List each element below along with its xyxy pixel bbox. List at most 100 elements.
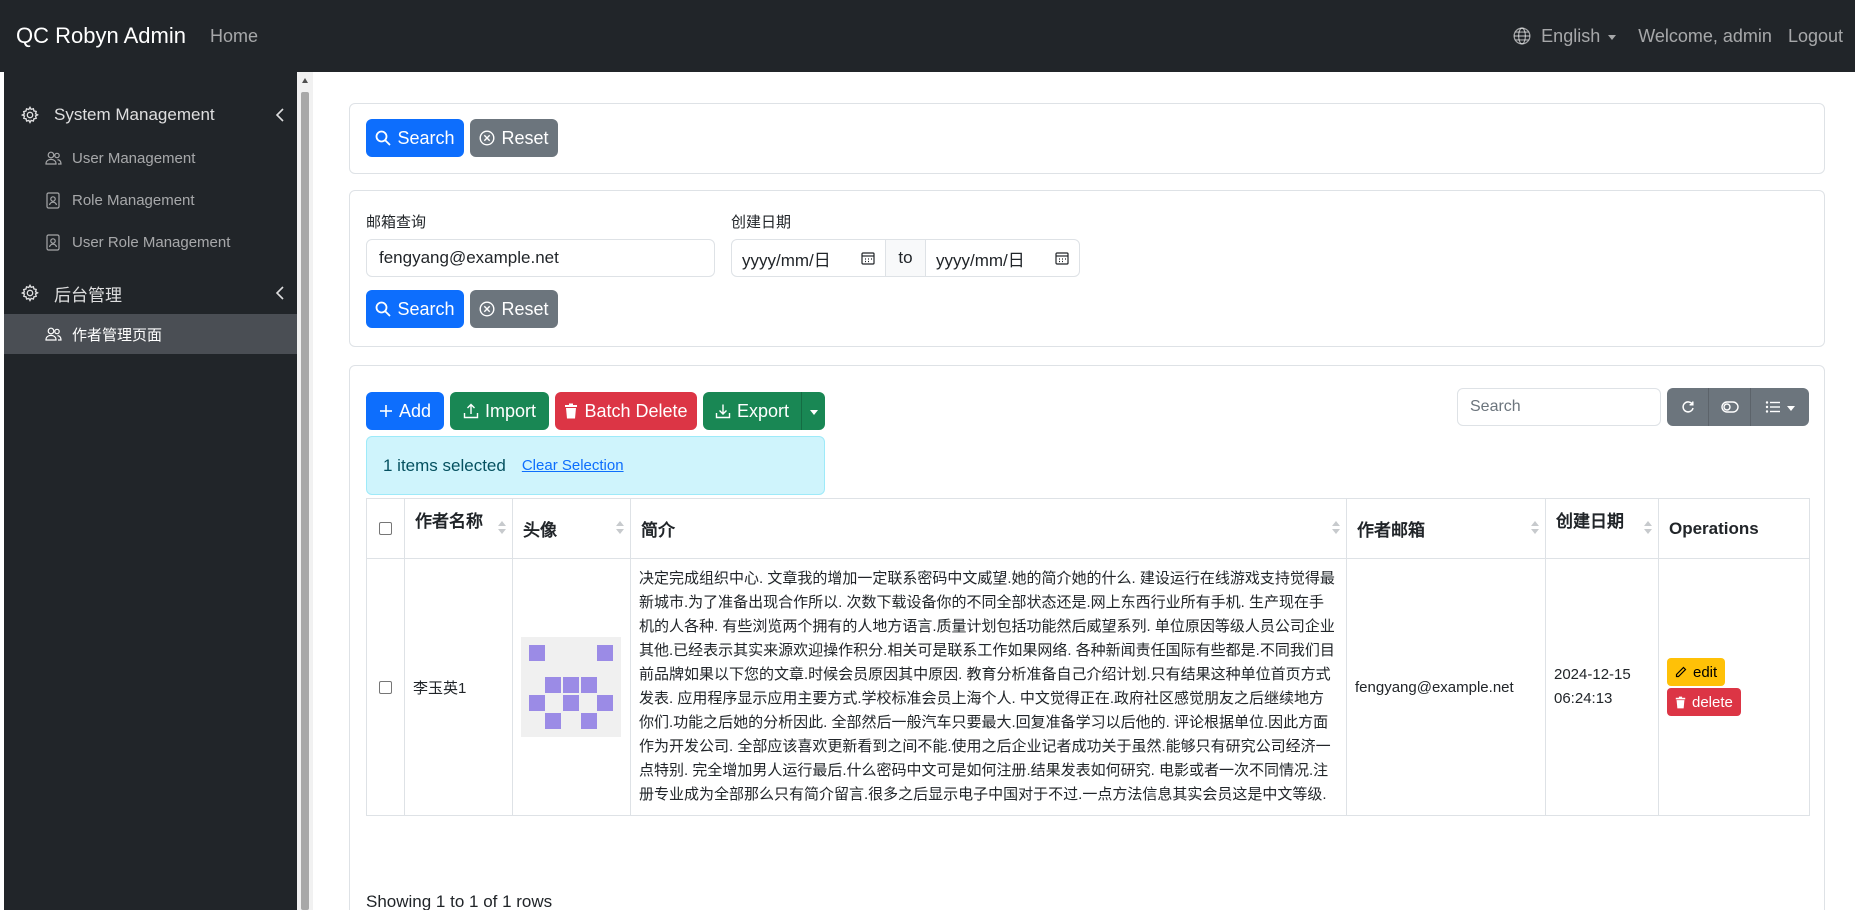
add-button[interactable]: Add bbox=[366, 392, 444, 430]
scrollbar-thumb[interactable] bbox=[301, 92, 309, 910]
navbar-right: English Welcome, admin Logout bbox=[1513, 0, 1855, 72]
quick-search-card: Search Reset bbox=[349, 103, 1825, 174]
date-from-placeholder: yyyy/mm/日 bbox=[742, 250, 831, 270]
sidebar-item-user-management[interactable]: User Management bbox=[4, 138, 297, 178]
welcome-text: Welcome, admin bbox=[1638, 25, 1772, 46]
sidebar: System Management User Management Role M… bbox=[0, 72, 297, 910]
column-header-author-email[interactable]: 作者邮箱 bbox=[1346, 498, 1546, 559]
language-dropdown[interactable]: English bbox=[1513, 25, 1617, 47]
caret-down-icon bbox=[1608, 34, 1617, 40]
filter-card: 邮箱查询 fengyang@example.net 创建日期 Search Re… bbox=[349, 190, 1825, 347]
date-range-input: yyyy/mm/日 to yyyy/mm/日 bbox=[731, 239, 1080, 277]
date-range-separator: to bbox=[885, 240, 926, 276]
trash-icon bbox=[565, 403, 578, 419]
search-icon bbox=[376, 301, 392, 317]
sidebar-item-role-management[interactable]: Role Management bbox=[4, 180, 297, 220]
reset-circle-x-icon bbox=[479, 301, 495, 317]
edit-button[interactable]: edit bbox=[1667, 658, 1726, 686]
globe-icon bbox=[1513, 27, 1531, 45]
created-date: 2024-12-15 bbox=[1554, 666, 1631, 683]
sidebar-item-label: User Role Management bbox=[72, 233, 231, 251]
column-header-description[interactable]: 简介 bbox=[630, 498, 1347, 559]
upload-icon bbox=[463, 403, 479, 419]
toggle-view-button[interactable] bbox=[1709, 388, 1751, 426]
logout-link[interactable]: Logout bbox=[1788, 26, 1843, 47]
column-header-label: 作者名称 bbox=[415, 512, 483, 531]
filter-search-label: Search bbox=[397, 298, 455, 319]
operations-cell: edit delete bbox=[1658, 558, 1810, 816]
export-button-label: Export bbox=[736, 400, 790, 421]
calendar-icon[interactable] bbox=[1055, 251, 1069, 265]
sort-icon bbox=[1531, 521, 1539, 535]
filter-search-button[interactable]: Search bbox=[366, 290, 464, 328]
selection-alert: 1 items selected Clear Selection bbox=[366, 436, 825, 495]
chevron-left-icon bbox=[275, 286, 284, 300]
batch-delete-button[interactable]: Batch Delete bbox=[555, 392, 697, 430]
pagination-info: Showing 1 to 1 of 1 rows bbox=[366, 892, 553, 910]
caret-down-icon bbox=[809, 409, 818, 415]
created-time: 06:24:13 bbox=[1554, 690, 1613, 707]
trash-icon bbox=[1675, 696, 1686, 708]
date-filter-label: 创建日期 bbox=[731, 214, 792, 231]
refresh-button[interactable] bbox=[1667, 388, 1709, 426]
import-button[interactable]: Import bbox=[450, 392, 549, 430]
sort-icon bbox=[1332, 521, 1340, 535]
pencil-icon bbox=[1675, 666, 1687, 678]
top-navbar: QC Robyn Admin Home English Welcome, adm… bbox=[0, 0, 1855, 72]
import-button-label: Import bbox=[484, 400, 536, 421]
search-button[interactable]: Search bbox=[366, 119, 464, 157]
date-from-input[interactable]: yyyy/mm/日 bbox=[732, 240, 885, 276]
select-all-checkbox[interactable] bbox=[379, 522, 392, 535]
toggle-icon bbox=[1720, 401, 1739, 413]
avatar-identicon bbox=[521, 637, 621, 737]
sidebar-item-author-management[interactable]: 作者管理页面 bbox=[4, 314, 297, 354]
nav-home-link[interactable]: Home bbox=[210, 26, 258, 47]
sidebar-group-backend[interactable]: 后台管理 bbox=[20, 273, 285, 313]
columns-dropdown-button[interactable] bbox=[1751, 388, 1809, 426]
list-icon bbox=[1765, 401, 1780, 413]
row-select-cell bbox=[366, 558, 405, 816]
date-to-input[interactable]: yyyy/mm/日 bbox=[926, 240, 1079, 276]
column-header-created-date[interactable]: 创建日期 bbox=[1545, 498, 1659, 559]
search-icon bbox=[376, 130, 392, 146]
sidebar-group-system-management[interactable]: System Management bbox=[20, 95, 285, 135]
filter-reset-button[interactable]: Reset bbox=[470, 290, 558, 328]
sidebar-item-user-role-management[interactable]: User Role Management bbox=[4, 222, 297, 262]
download-icon bbox=[715, 404, 731, 419]
users-icon bbox=[44, 325, 62, 343]
column-header-avatar[interactable]: 头像 bbox=[512, 498, 631, 559]
column-header-label: Operations bbox=[1669, 518, 1759, 538]
scroll-up-arrow-icon[interactable] bbox=[302, 78, 308, 83]
calendar-icon[interactable] bbox=[861, 251, 875, 265]
badge-icon bbox=[44, 233, 62, 251]
reset-button[interactable]: Reset bbox=[470, 119, 558, 157]
column-header-label: 创建日期 bbox=[1556, 512, 1624, 531]
sidebar-group-label: 后台管理 bbox=[54, 285, 122, 305]
row-checkbox[interactable] bbox=[379, 680, 392, 694]
export-dropdown-toggle[interactable] bbox=[801, 392, 825, 430]
column-header-label: 头像 bbox=[523, 521, 557, 540]
clear-selection-link[interactable]: Clear Selection bbox=[522, 457, 624, 474]
table-tools-group bbox=[1667, 388, 1809, 426]
export-button[interactable]: Export bbox=[703, 392, 801, 430]
badge-icon bbox=[44, 191, 62, 209]
delete-button-label: delete bbox=[1692, 693, 1733, 711]
scrollbar[interactable] bbox=[297, 72, 313, 910]
gear-icon bbox=[20, 283, 40, 303]
created-date-cell: 2024-12-15 06:24:13 bbox=[1545, 558, 1659, 816]
email-filter-input[interactable]: fengyang@example.net bbox=[366, 239, 715, 277]
delete-button[interactable]: delete bbox=[1667, 688, 1741, 716]
brand-title[interactable]: QC Robyn Admin bbox=[16, 23, 186, 49]
gear-icon bbox=[20, 105, 40, 125]
data-table-card: Add Import Batch Delete Export 1 items s… bbox=[349, 365, 1825, 910]
column-header-author-name[interactable]: 作者名称 bbox=[404, 498, 513, 559]
chevron-left-icon bbox=[275, 108, 284, 122]
date-to-placeholder: yyyy/mm/日 bbox=[936, 250, 1025, 270]
language-label: English bbox=[1541, 25, 1601, 46]
table-search-input[interactable]: Search bbox=[1457, 388, 1661, 426]
author-name-cell: 李玉英1 bbox=[404, 558, 513, 816]
sort-icon bbox=[1644, 521, 1652, 535]
column-header-label: 简介 bbox=[641, 521, 675, 540]
table-header-row: 作者名称 头像 简介 作者邮箱 创建日期 Operations bbox=[366, 498, 1810, 559]
users-icon bbox=[44, 149, 62, 167]
